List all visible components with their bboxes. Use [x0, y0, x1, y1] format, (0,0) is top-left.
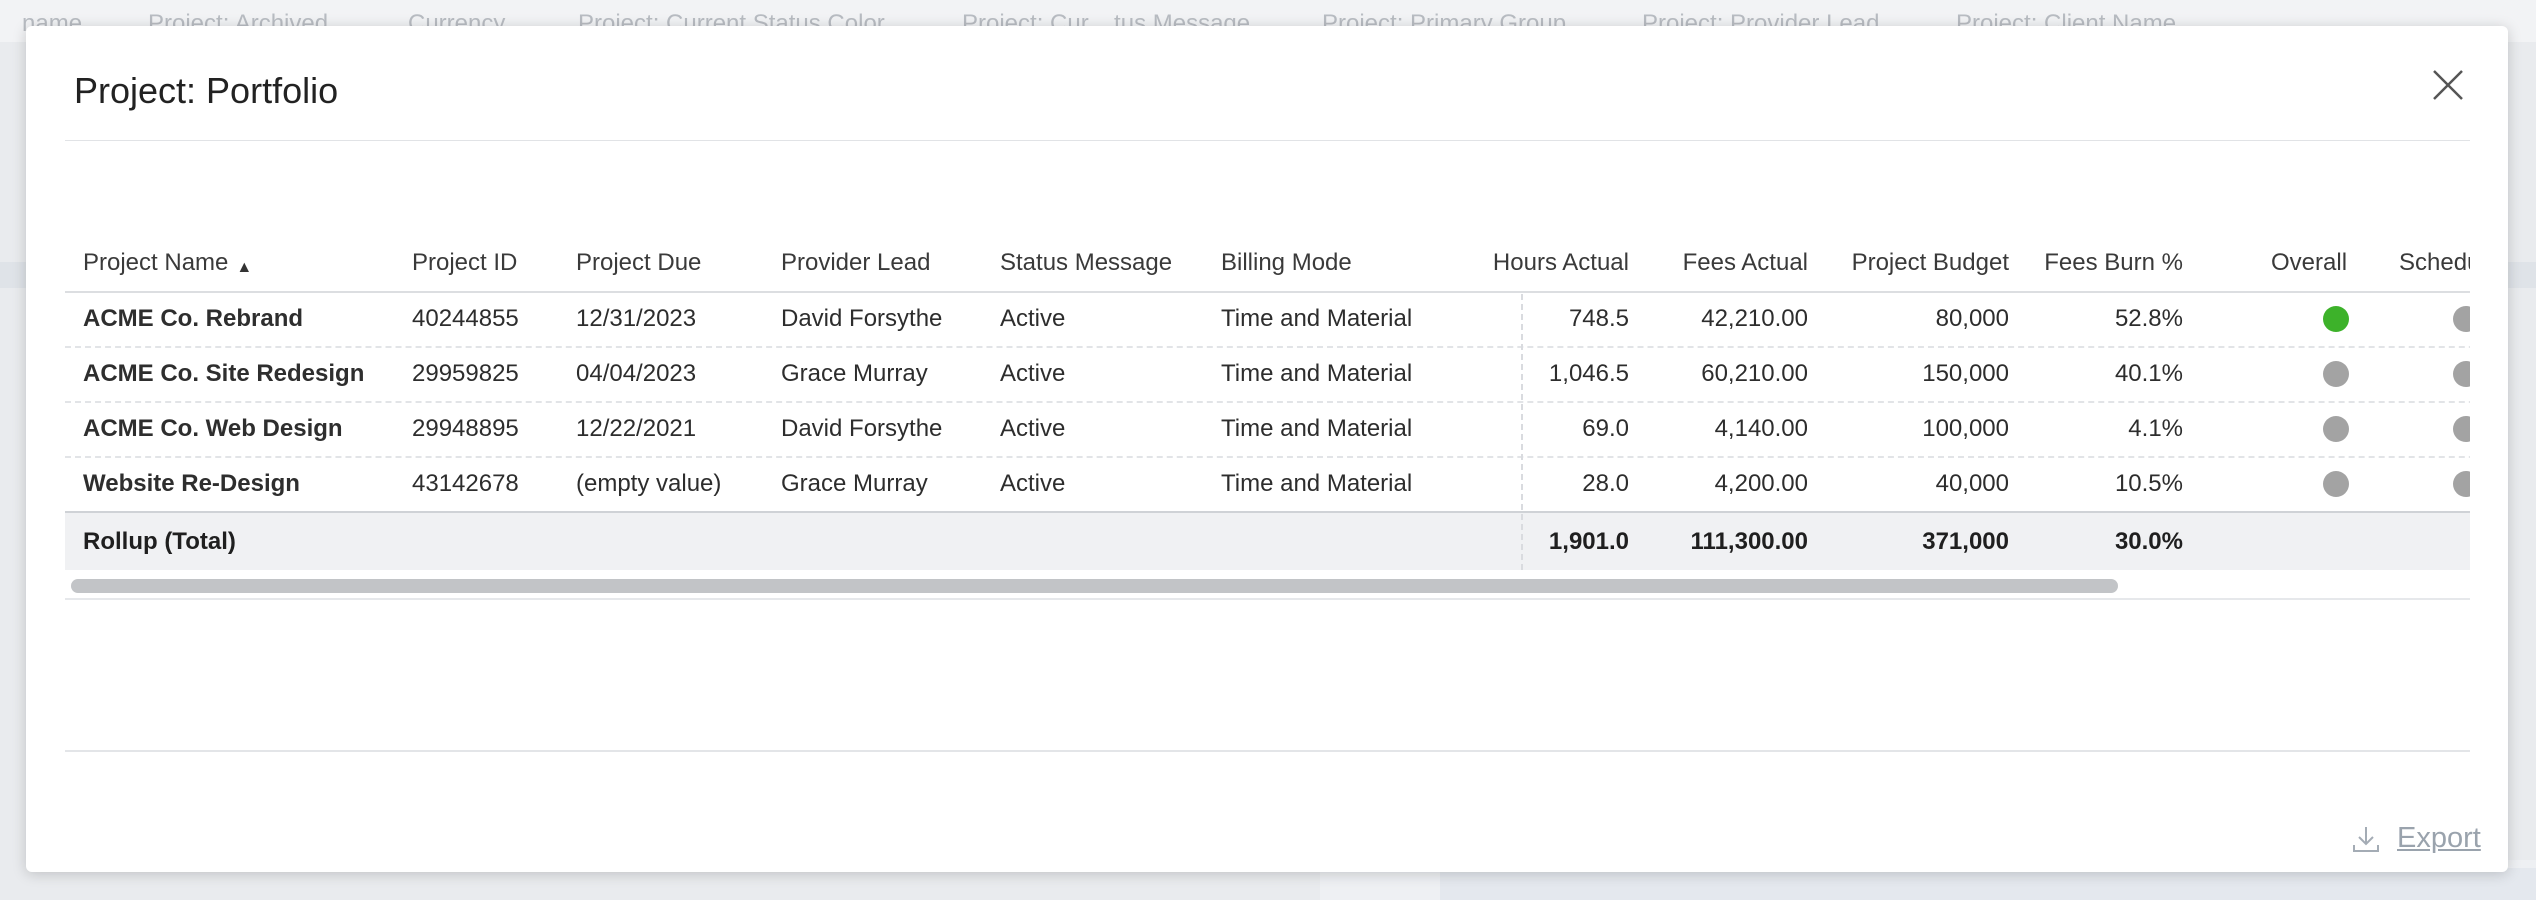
export-label: Export [2397, 822, 2481, 854]
hours-actual: 69.0 [1582, 414, 1629, 442]
column-header-project-budget[interactable]: Project Budget [1825, 206, 2009, 291]
fees-actual: 60,210.00 [1701, 359, 1808, 387]
overall-status-dot [2323, 346, 2353, 401]
column-header-hours-actual[interactable]: Hours Actual [1445, 206, 1629, 291]
column-header-schedule[interactable]: Schedule [2399, 206, 2470, 291]
column-header-overall[interactable]: Overall [2271, 206, 2371, 291]
status-dot-icon [2453, 415, 2470, 442]
fees-burn: 4.1% [2128, 414, 2183, 442]
column-header-billing-mode[interactable]: Billing Mode [1221, 206, 1401, 291]
column-header-project-due[interactable]: Project Due [576, 206, 736, 291]
sort-asc-icon: ▲ [236, 259, 253, 276]
status-dot-icon [2453, 470, 2470, 497]
project-name[interactable]: Website Re-Design [83, 456, 403, 511]
project-id: 29948895 [412, 414, 519, 442]
status-dot-icon [2323, 305, 2349, 332]
status-dot-icon [2453, 305, 2470, 332]
table-row[interactable]: Website Re-Design 43142678 (empty value)… [65, 456, 2470, 511]
column-header-project-name[interactable]: Project Name ▲ [83, 206, 273, 291]
project-budget: 100,000 [1922, 414, 2009, 442]
status-dot-icon [2323, 360, 2349, 387]
project-id: 43142678 [412, 469, 519, 497]
fees-actual: 4,140.00 [1714, 414, 1808, 442]
billing-mode: Time and Material [1221, 359, 1413, 387]
billing-mode: Time and Material [1221, 469, 1413, 497]
export-button[interactable]: Export [2351, 822, 2481, 855]
column-header-status-message[interactable]: Status Message [1000, 206, 1200, 291]
billing-mode: Time and Material [1221, 304, 1413, 332]
project-due: 12/22/2021 [576, 414, 697, 442]
total-hours-actual: 1,901.0 [1548, 527, 1629, 555]
footer-divider [65, 750, 2470, 752]
schedule-status-dot [2453, 346, 2470, 401]
status-message: Active [1000, 359, 1066, 387]
billing-mode: Time and Material [1221, 414, 1413, 442]
hours-actual: 28.0 [1582, 469, 1629, 497]
schedule-status-dot [2453, 401, 2470, 456]
fees-actual: 42,210.00 [1701, 304, 1808, 332]
column-header-project-id[interactable]: Project ID [412, 206, 542, 291]
schedule-status-dot [2453, 456, 2470, 511]
fees-burn: 10.5% [2114, 469, 2183, 497]
provider-lead: Grace Murray [781, 469, 928, 497]
status-dot-icon [2453, 360, 2470, 387]
table-header-row: Project Name ▲ Project ID Project Due Pr… [65, 206, 2470, 293]
project-name[interactable]: ACME Co. Web Design [83, 401, 403, 456]
column-header-fees-burn[interactable]: Fees Burn % [2025, 206, 2183, 291]
header-divider [65, 140, 2470, 141]
fees-burn: 52.8% [2114, 304, 2183, 332]
total-project-budget: 371,000 [1922, 527, 2009, 555]
background-footer-panel [1440, 868, 2536, 900]
close-button[interactable] [2425, 62, 2471, 108]
rollup-label: Rollup (Total) [83, 527, 236, 555]
overall-status-dot [2323, 456, 2353, 511]
table-row[interactable]: ACME Co. Web Design 29948895 12/22/2021 … [65, 401, 2470, 458]
column-header-provider-lead[interactable]: Provider Lead [781, 206, 961, 291]
fees-burn: 40.1% [2114, 359, 2183, 387]
project-due: (empty value) [576, 469, 722, 497]
hours-actual: 1,046.5 [1548, 359, 1629, 387]
download-icon [2353, 826, 2379, 852]
portfolio-table: Project Name ▲ Project ID Project Due Pr… [65, 206, 2470, 606]
project-name[interactable]: ACME Co. Site Redesign [83, 346, 403, 401]
status-message: Active [1000, 304, 1066, 332]
modal-title: Project: Portfolio [74, 70, 339, 111]
status-message: Active [1000, 414, 1066, 442]
fees-actual: 4,200.00 [1714, 469, 1808, 497]
project-budget: 40,000 [1935, 469, 2009, 497]
column-header-fees-actual[interactable]: Fees Actual [1645, 206, 1808, 291]
column-header-label: Project Name [83, 249, 229, 276]
provider-lead: David Forsythe [781, 414, 943, 442]
horizontal-scrollbar[interactable] [65, 574, 2470, 600]
status-dot-icon [2323, 470, 2349, 497]
total-fees-burn: 30.0% [2114, 527, 2183, 555]
table-row[interactable]: ACME Co. Site Redesign 29959825 04/04/20… [65, 346, 2470, 403]
status-message: Active [1000, 469, 1066, 497]
table-row[interactable]: ACME Co. Rebrand 40244855 12/31/2023 Dav… [65, 291, 2470, 348]
status-dot-icon [2323, 415, 2349, 442]
hours-actual: 748.5 [1568, 304, 1629, 332]
total-fees-actual: 111,300.00 [1690, 527, 1808, 555]
provider-lead: David Forsythe [781, 304, 943, 332]
schedule-status-dot [2453, 291, 2470, 346]
project-due: 12/31/2023 [576, 304, 697, 332]
project-name[interactable]: ACME Co. Rebrand [83, 291, 403, 346]
project-budget: 150,000 [1922, 359, 2009, 387]
project-budget: 80,000 [1935, 304, 2009, 332]
overall-status-dot [2323, 401, 2353, 456]
provider-lead: Grace Murray [781, 359, 928, 387]
rollup-total-row: Rollup (Total) 1,901.0 111,300.00 371,00… [65, 511, 2470, 570]
scrollbar-thumb[interactable] [71, 579, 2118, 593]
frozen-column-separator [1521, 294, 1523, 570]
project-due: 04/04/2023 [576, 359, 697, 387]
overall-status-dot [2323, 291, 2353, 346]
project-id: 40244855 [412, 304, 519, 332]
close-icon [2433, 70, 2463, 100]
portfolio-modal: Project: Portfolio Project Name ▲ Projec… [26, 26, 2508, 872]
project-id: 29959825 [412, 359, 519, 387]
